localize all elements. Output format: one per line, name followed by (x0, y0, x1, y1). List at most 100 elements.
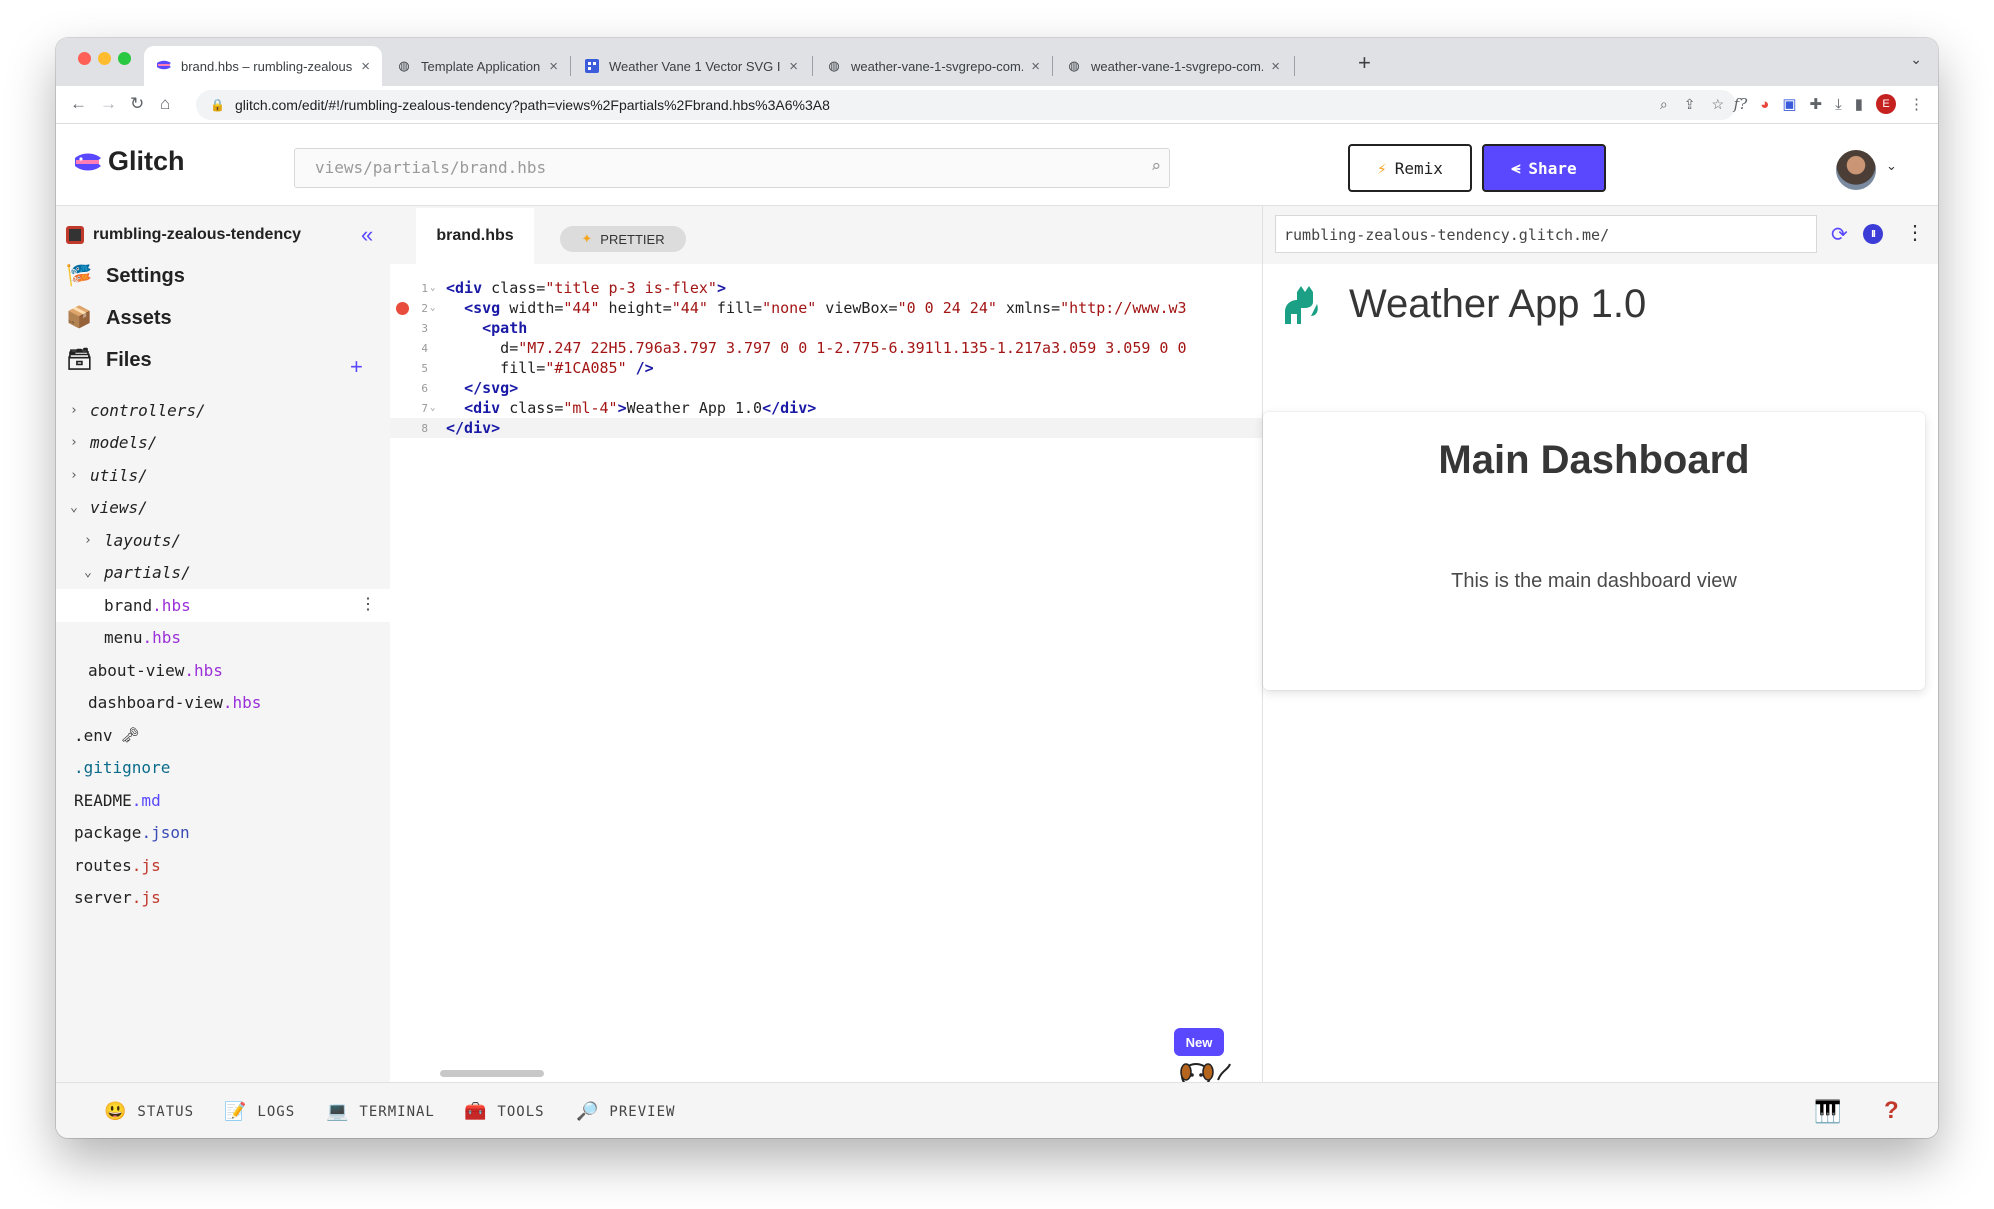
help-icon[interactable]: ? (1884, 1097, 1899, 1125)
footer-status-button[interactable]: 😃 STATUS (104, 1101, 194, 1122)
code-token: <svg (464, 299, 501, 317)
share-page-icon[interactable]: ⇪ (1684, 96, 1696, 113)
sidebar-item-files[interactable]: 🗃 Files (66, 348, 152, 372)
prettier-button[interactable]: ✦ PRETTIER (560, 226, 686, 252)
home-icon[interactable]: ⌂ (160, 94, 170, 114)
sidebar-item-assets[interactable]: 📦 Assets (66, 306, 172, 330)
keyboard-shortcuts-icon[interactable]: 🎹 (1814, 1099, 1841, 1125)
package-box-icon: 📦 (66, 306, 93, 329)
code-area[interactable]: 1 ⌄ <div class= "title p-3 is-flex" >2 ⌄ <svg… (390, 278, 1262, 438)
horizontal-scrollbar[interactable] (440, 1070, 544, 1077)
forward-arrow-icon[interactable]: → (100, 94, 117, 114)
code-line[interactable]: 4 d= "M7.247 22H5.796a3.797 3.797 0 0 1-2… (390, 338, 1262, 358)
code-token: d= (446, 339, 519, 357)
new-tab-button[interactable]: + (1358, 50, 1371, 76)
minimize-window-button[interactable] (98, 52, 111, 65)
file-dashboard-view-hbs[interactable]: dashboard-view .hbs (56, 687, 390, 720)
footer-terminal-button[interactable]: 💻 TERMINAL (326, 1101, 435, 1122)
puzzle-extensions-icon[interactable]: ✚ (1810, 95, 1823, 113)
browser-tab-weather-vane-1[interactable]: ◍ weather-vane-1-svgrepo-com. × (814, 46, 1052, 86)
file-gitignore[interactable]: .gitignore (56, 752, 390, 785)
browser-tab-brand-hbs[interactable]: brand.hbs – rumbling-zealous × (144, 46, 382, 86)
file-menu-hbs[interactable]: menu .hbs (56, 622, 390, 655)
collapse-sidebar-icon[interactable]: « (361, 222, 373, 248)
bookmark-star-icon[interactable]: ☆ (1711, 96, 1724, 113)
profile-avatar[interactable]: E (1876, 94, 1896, 114)
code-line[interactable]: 6 </svg> (390, 378, 1262, 398)
fold-chevron-icon[interactable]: ⌄ (430, 303, 435, 313)
browser-menu-icon[interactable]: ⋮ (1909, 95, 1924, 113)
file-readme-md[interactable]: README .md (56, 784, 390, 817)
file-brand-hbs[interactable]: brand .hbs ⋮ (56, 589, 390, 622)
close-tab-icon[interactable]: × (1031, 58, 1040, 75)
remix-button[interactable]: ⚡ Remix (1348, 144, 1472, 192)
close-tab-icon[interactable]: × (789, 58, 798, 75)
preview-url-field[interactable]: rumbling-zealous-tendency.glitch.me/ (1275, 215, 1817, 253)
code-line[interactable]: 2 ⌄ <svg width= "44" height= "44" fill= "non… (390, 298, 1262, 318)
zoom-window-button[interactable] (118, 52, 131, 65)
close-tab-icon[interactable]: × (1271, 58, 1280, 75)
footer-logs-button[interactable]: 📝 LOGS (224, 1101, 295, 1122)
file-extension: .js (131, 888, 161, 908)
fold-chevron-icon[interactable]: ⌄ (430, 403, 435, 413)
code-line[interactable]: 1 ⌄ <div class= "title p-3 is-flex" > (390, 278, 1262, 298)
sidebar-item-settings[interactable]: 🎏 Settings (66, 264, 185, 288)
breakpoint-error-icon[interactable] (396, 301, 409, 315)
dog-mascot-icon[interactable] (1172, 1062, 1236, 1082)
folder-partials[interactable]: ⌄ partials/ (56, 557, 390, 590)
download-icon[interactable]: ⤓ (1835, 96, 1842, 113)
file-name: .env (74, 725, 113, 745)
reload-icon[interactable]: ↻ (130, 94, 144, 114)
new-badge[interactable]: New (1174, 1028, 1224, 1056)
code-token: width= (500, 299, 564, 317)
file-options-icon[interactable]: ⋮ (360, 594, 376, 613)
folder-views[interactable]: ⌄ views/ (56, 492, 390, 525)
close-tab-icon[interactable]: × (549, 58, 558, 75)
footer-tools-button[interactable]: 🧰 TOOLS (464, 1101, 545, 1122)
sidebar-panel-icon[interactable]: ▮ (1855, 95, 1863, 113)
share-button[interactable]: ⪪ Share (1482, 144, 1606, 192)
file-search-input[interactable]: views/partials/brand.hbs ⌕ (294, 148, 1170, 188)
chevron-down-icon[interactable]: ⌄ (1886, 158, 1897, 174)
editor-file-tab-label: brand.hbs (436, 227, 514, 244)
editor-file-tab[interactable]: brand.hbs (416, 208, 534, 264)
code-token: fill= (446, 359, 546, 377)
folder-controllers[interactable]: › controllers/ (56, 394, 390, 427)
file-env[interactable]: .env 🗝 (56, 719, 390, 752)
close-tab-icon[interactable]: × (361, 58, 370, 75)
color-picker-extension-icon[interactable]: ◕ (1760, 96, 1769, 113)
sidebar-item-label: Settings (106, 264, 185, 287)
file-package-json[interactable]: package .json (56, 817, 390, 850)
browser-tab-weather-vane-2[interactable]: ◍ weather-vane-1-svgrepo-com. × (1054, 46, 1292, 86)
file-server-js[interactable]: server .js (56, 882, 390, 915)
formula-extension-icon[interactable]: f? (1734, 95, 1748, 113)
tab-search-chevron-icon[interactable]: ⌄ (1910, 51, 1922, 68)
code-line[interactable]: 5 fill= "#1CA085" /> (390, 358, 1262, 378)
fold-chevron-icon[interactable]: ⌄ (430, 283, 435, 293)
editor-tab-bar: brand.hbs ✦ PRETTIER (390, 206, 1262, 264)
folder-models[interactable]: › models/ (56, 427, 390, 460)
close-window-button[interactable] (78, 52, 91, 65)
code-line[interactable]: 3 <path (390, 318, 1262, 338)
project-name[interactable]: rumbling-zealous-tendency (66, 226, 301, 244)
footer-preview-button[interactable]: 🔎 PREVIEW (576, 1101, 675, 1122)
browser-tab-template-application[interactable]: ◍ Template Application × (384, 46, 570, 86)
folder-utils[interactable]: › utils/ (56, 459, 390, 492)
pause-icon[interactable]: II (1863, 224, 1883, 244)
address-bar[interactable]: 🔒 glitch.com/edit/#!/rumbling-zealous-te… (196, 90, 1736, 120)
back-arrow-icon[interactable]: ← (70, 94, 87, 114)
add-file-button[interactable]: + (350, 354, 363, 380)
browser-tab-weather-vane-svg[interactable]: Weather Vane 1 Vector SVG Ico × (572, 46, 810, 86)
glitch-logo[interactable]: Glitch (74, 146, 185, 177)
refresh-preview-icon[interactable]: ⟳ (1831, 222, 1848, 247)
file-about-view-hbs[interactable]: about-view .hbs (56, 654, 390, 687)
file-routes-js[interactable]: routes .js (56, 849, 390, 882)
user-avatar[interactable] (1836, 150, 1876, 190)
tab-separator (812, 56, 813, 76)
shield-extension-icon[interactable]: ▣ (1782, 95, 1796, 113)
zoom-magnifier-icon[interactable]: ⌕ (1660, 96, 1668, 113)
code-line[interactable]: 7 ⌄ <div class= "ml-4" > Weather App 1.0 </di… (390, 398, 1262, 418)
folder-layouts[interactable]: › layouts/ (56, 524, 390, 557)
code-line[interactable]: 8 </div> (390, 418, 1262, 438)
preview-menu-icon[interactable]: ⋮ (1905, 220, 1925, 245)
